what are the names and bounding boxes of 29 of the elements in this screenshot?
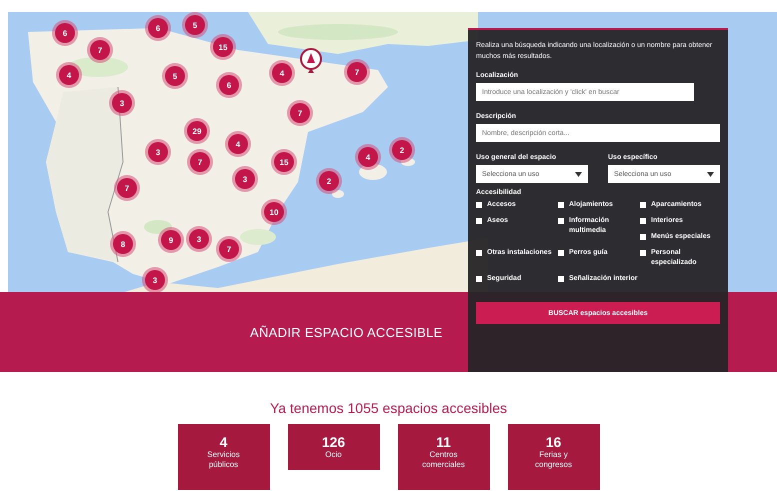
checkbox[interactable]	[476, 250, 482, 256]
checkbox[interactable]	[640, 234, 646, 240]
stat-label: Centros comerciales	[421, 450, 466, 470]
stat-card[interactable]: 126 Ocio	[288, 424, 380, 470]
stat-count: 16	[546, 434, 562, 450]
checkbox[interactable]	[640, 218, 646, 224]
stat-card[interactable]: 11 Centros comerciales	[398, 424, 490, 490]
checkbox[interactable]	[640, 202, 646, 208]
caret-icon	[575, 172, 582, 176]
stat-label: Ocio	[325, 450, 342, 460]
stat-count: 11	[436, 434, 451, 450]
checkbox[interactable]	[476, 218, 482, 224]
stat-label: Ferias y congresos	[534, 450, 573, 470]
checkbox[interactable]	[558, 250, 564, 256]
caret-icon	[707, 172, 714, 176]
stat-label: Servicios públicos	[206, 450, 241, 470]
summary-heading: Ya tenemos 1055 espacios accesibles	[270, 400, 508, 416]
stat-count: 4	[220, 434, 228, 450]
stat-count: 126	[322, 434, 346, 450]
stat-card[interactable]: 16 Ferias y congresos	[508, 424, 600, 490]
checkbox[interactable]	[476, 276, 482, 282]
checkbox[interactable]	[558, 276, 564, 282]
location-pin-icon[interactable]	[300, 48, 322, 74]
checkbox[interactable]	[476, 202, 482, 208]
checkbox[interactable]	[558, 218, 564, 224]
checkbox[interactable]	[640, 250, 646, 256]
checkbox[interactable]	[558, 202, 564, 208]
stat-card[interactable]: 4 Servicios públicos	[178, 424, 270, 490]
add-space-link[interactable]: AÑADIR ESPACIO ACCESIBLE	[250, 324, 443, 340]
